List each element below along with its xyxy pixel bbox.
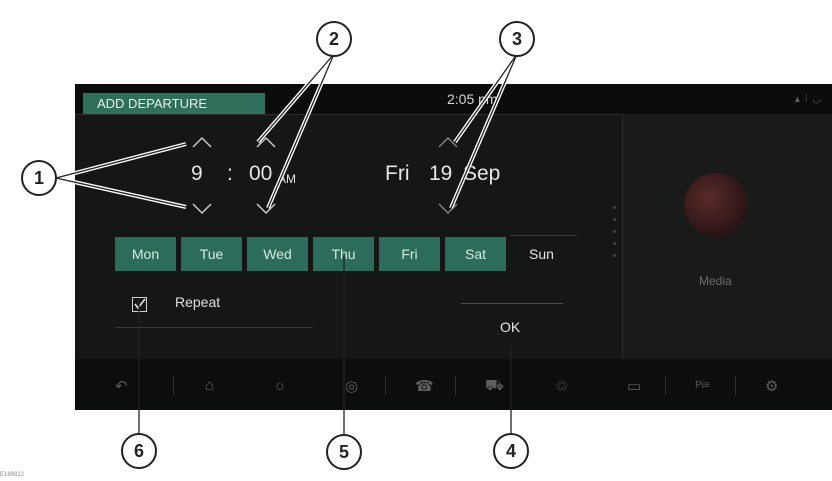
- top-bar: ADD DEPARTURE 2:05 pm ▴ ⁞ ◡: [75, 84, 832, 115]
- day-button-sun[interactable]: Sun: [511, 237, 572, 271]
- settings-icon[interactable]: ⚙: [765, 377, 778, 395]
- date-up-arrow-icon[interactable]: [437, 135, 459, 149]
- hour-down-arrow-icon[interactable]: [191, 202, 213, 216]
- divider: [115, 327, 313, 328]
- date-month: Sep: [463, 162, 501, 185]
- status-icons: ▴ ⁞ ◡: [794, 94, 822, 105]
- back-icon[interactable]: ↶: [115, 377, 128, 395]
- climate-icon[interactable]: ☼: [273, 377, 287, 394]
- callout-1: 1: [21, 160, 57, 196]
- date-down-arrow-icon[interactable]: [437, 202, 459, 216]
- day-button-tue[interactable]: Tue: [181, 237, 242, 271]
- media-artwork-icon[interactable]: [684, 173, 748, 237]
- hour-value[interactable]: 9: [191, 162, 203, 186]
- callout-2: 2: [316, 21, 352, 57]
- page-indicator: [613, 206, 617, 266]
- home-icon[interactable]: ⌂: [205, 377, 214, 394]
- day-button-mon[interactable]: Mon: [115, 237, 176, 271]
- minute-value[interactable]: 00: [249, 162, 272, 186]
- day-button-thu[interactable]: Thu: [313, 237, 374, 271]
- minute-down-arrow-icon[interactable]: [255, 202, 277, 216]
- navigation-icon[interactable]: ◎: [345, 377, 358, 395]
- checkmark-icon: [134, 298, 146, 310]
- bottom-nav-bar: ↶ ⌂ ☼ ◎ ☎ ⛟ ♲ ▭ Pi≡ ⚙: [75, 359, 832, 410]
- divider: [461, 303, 563, 304]
- phone-icon[interactable]: ☎: [415, 377, 434, 395]
- time-separator: :: [227, 162, 233, 185]
- camera-icon[interactable]: ▭: [627, 377, 641, 395]
- media-panel[interactable]: [622, 114, 832, 359]
- hour-up-arrow-icon[interactable]: [191, 135, 213, 149]
- date-weekday: Fri: [385, 162, 410, 185]
- clock: 2:05 pm: [447, 91, 498, 107]
- repeat-checkbox[interactable]: [132, 297, 147, 312]
- media-label: Media: [699, 274, 732, 288]
- callout-4: 4: [493, 433, 529, 469]
- ampm-indicator: AM: [278, 172, 296, 186]
- seat-icon[interactable]: ♲: [555, 377, 568, 395]
- day-button-sat[interactable]: Sat: [445, 237, 506, 271]
- ok-button[interactable]: OK: [500, 319, 520, 335]
- day-button-fri[interactable]: Fri: [379, 237, 440, 271]
- repeat-label: Repeat: [175, 294, 221, 310]
- parking-icon[interactable]: Pi≡: [695, 380, 710, 391]
- page-title: ADD DEPARTURE: [83, 93, 265, 114]
- minute-up-arrow-icon[interactable]: [255, 135, 277, 149]
- callout-3: 3: [499, 21, 535, 57]
- vehicle-icon[interactable]: ⛟: [485, 377, 504, 396]
- callout-5: 5: [326, 434, 362, 470]
- figure-id: E189812: [0, 472, 25, 478]
- divider: [511, 235, 577, 236]
- date-day[interactable]: 19: [429, 162, 452, 186]
- callout-6: 6: [121, 433, 157, 469]
- touchscreen: ADD DEPARTURE 2:05 pm ▴ ⁞ ◡ 9 : 00 AM Fr…: [75, 84, 832, 410]
- day-button-wed[interactable]: Wed: [247, 237, 308, 271]
